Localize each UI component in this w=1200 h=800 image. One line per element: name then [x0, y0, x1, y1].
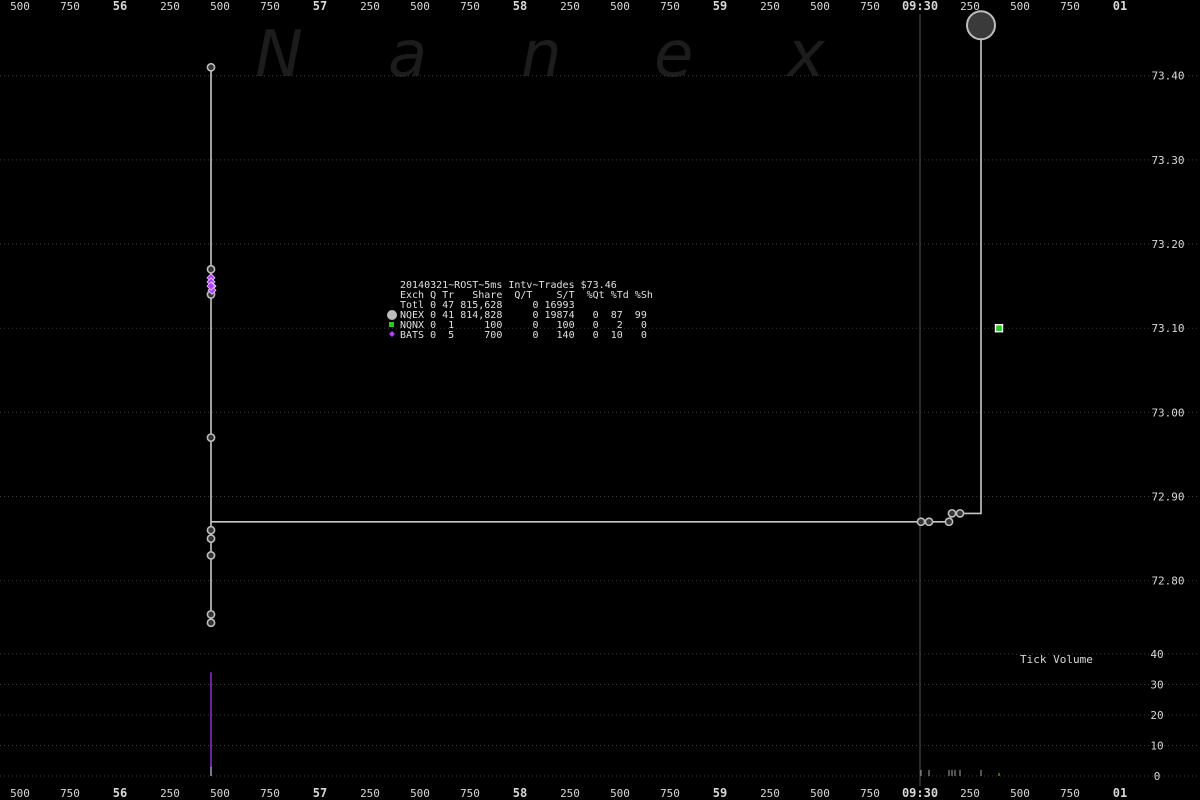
volume-label: Tick Volume — [1020, 653, 1093, 666]
x-tick-label-bottom: 57 — [313, 786, 327, 800]
volume-tick-label: 40 — [1150, 648, 1163, 661]
trade-point-nqex — [206, 433, 216, 443]
x-tick-label-bottom: 250 — [960, 787, 980, 800]
legend: 20140321~ROST~5ms Intv~Trades $73.46 Exc… — [387, 280, 653, 341]
x-tick-label-top: 500 — [410, 0, 430, 13]
volume-tick-label: 30 — [1150, 679, 1163, 692]
volume-tick-label: 20 — [1150, 709, 1163, 722]
legend-marker-circle — [387, 310, 397, 320]
trade-point-nqex — [947, 508, 957, 518]
price-gridlines — [0, 75, 1200, 777]
x-tick-label-top: 57 — [313, 0, 327, 13]
x-tick-label-top: 500 — [810, 0, 830, 13]
watermark-letter: a — [388, 18, 427, 92]
watermark-letter: n — [521, 18, 562, 92]
price-tick-label: 72.90 — [1151, 491, 1184, 504]
x-tick-label-top: 750 — [860, 0, 880, 13]
volume-tick-label: 10 — [1150, 740, 1163, 753]
volume-tick-label: 0 — [1154, 770, 1161, 783]
volume-axis: 0 10 20 30 40 — [1150, 648, 1163, 783]
x-axis-top: 500 750 56 250 500 750 57 250 500 750 58 250 500 750 5… — [10, 0, 1127, 13]
trade-point-nqex — [206, 618, 216, 628]
x-tick-label-bottom: 56 — [113, 786, 127, 800]
trade-point-nqex — [916, 517, 926, 527]
x-tick-label-top: 500 — [210, 0, 230, 13]
x-tick-label-bottom: 250 — [160, 787, 180, 800]
trade-point-nqex — [206, 525, 216, 535]
x-tick-label-top: 750 — [260, 0, 280, 13]
x-tick-label-bottom: 500 — [810, 787, 830, 800]
x-tick-label-top: 500 — [10, 0, 30, 13]
trade-point-nqex — [924, 517, 934, 527]
x-tick-label-bottom: 750 — [860, 787, 880, 800]
x-tick-label-top: 250 — [560, 0, 580, 13]
x-tick-label-top: 500 — [1010, 0, 1030, 13]
x-tick-label-bottom: 09:30 — [902, 786, 938, 800]
trade-point-nqex — [955, 508, 965, 518]
trade-point-nqex — [206, 551, 216, 560]
price-tick-label: 73.30 — [1151, 154, 1184, 167]
x-tick-label-top: 250 — [360, 0, 380, 13]
trade-point-nqex — [206, 264, 216, 274]
x-tick-label-bottom: 59 — [713, 786, 727, 800]
x-tick-label-bottom: 250 — [560, 787, 580, 800]
x-tick-label-top: 58 — [513, 0, 527, 13]
x-tick-label-top: 01 — [1113, 0, 1127, 13]
x-tick-label-bottom: 500 — [1010, 787, 1030, 800]
trade-chart: Nanex 500 750 56 250 500 750 57 250 500 750 58 250 5… — [0, 0, 1200, 800]
volume-bars — [210, 672, 1000, 776]
x-tick-label-bottom: 58 — [513, 786, 527, 800]
x-tick-label-top: 56 — [113, 0, 127, 13]
trade-point-nqex — [206, 534, 216, 543]
x-tick-label-bottom: 500 — [210, 787, 230, 800]
price-tick-label: 73.00 — [1151, 406, 1184, 419]
x-tick-label-top: 250 — [160, 0, 180, 13]
trade-point-nqex — [206, 62, 216, 72]
trade-point-nqex — [944, 517, 954, 527]
trade-point-nqex — [206, 609, 216, 619]
x-tick-label-top: 750 — [60, 0, 80, 13]
price-axis: 72.80 72.90 73.00 73.10 73.20 73.30 73.40 — [1151, 70, 1184, 588]
watermark-letter: e — [654, 18, 693, 92]
x-tick-label-top: 750 — [660, 0, 680, 13]
x-tick-label-top: 250 — [760, 0, 780, 13]
x-tick-label-bottom: 750 — [660, 787, 680, 800]
trade-point-nqnx — [994, 324, 1004, 333]
x-axis-bottom: 500 750 56 250 500 750 57 250 500 750 58 250 500 750 5… — [10, 786, 1127, 800]
legend-rows: Totl 0 47 815,628 0 16993NQEX 0 41 814,8… — [387, 300, 647, 341]
legend-marker-diamond — [389, 331, 395, 337]
x-tick-label-bottom: 500 — [610, 787, 630, 800]
legend-row-text: BATS 0 5 700 0 140 0 10 0 — [400, 330, 647, 341]
x-tick-label-bottom: 750 — [460, 787, 480, 800]
x-tick-label-bottom: 500 — [10, 787, 30, 800]
x-tick-label-bottom: 500 — [410, 787, 430, 800]
price-tick-label: 73.40 — [1151, 70, 1184, 83]
watermark: Na n e x — [255, 18, 826, 92]
x-tick-label-bottom: 01 — [1113, 786, 1127, 800]
legend-marker-square — [389, 322, 394, 327]
x-tick-label-bottom: 750 — [1060, 787, 1080, 800]
price-tick-label: 73.10 — [1151, 322, 1184, 335]
x-tick-label-bottom: 750 — [260, 787, 280, 800]
x-tick-label-top: 59 — [713, 0, 727, 13]
x-tick-label-top: 750 — [460, 0, 480, 13]
price-tick-label: 73.20 — [1151, 238, 1184, 251]
x-tick-label-top: 750 — [1060, 0, 1080, 13]
x-tick-label-top: 500 — [610, 0, 630, 13]
watermark-letter: x — [785, 18, 826, 92]
last-trade-marker — [966, 10, 996, 41]
price-tick-label: 72.80 — [1151, 575, 1184, 588]
watermark-letter: N — [255, 18, 303, 92]
x-tick-label-bottom: 250 — [760, 787, 780, 800]
x-tick-label-bottom: 750 — [60, 787, 80, 800]
x-tick-label-top: 09:30 — [902, 0, 938, 13]
x-tick-label-bottom: 250 — [360, 787, 380, 800]
